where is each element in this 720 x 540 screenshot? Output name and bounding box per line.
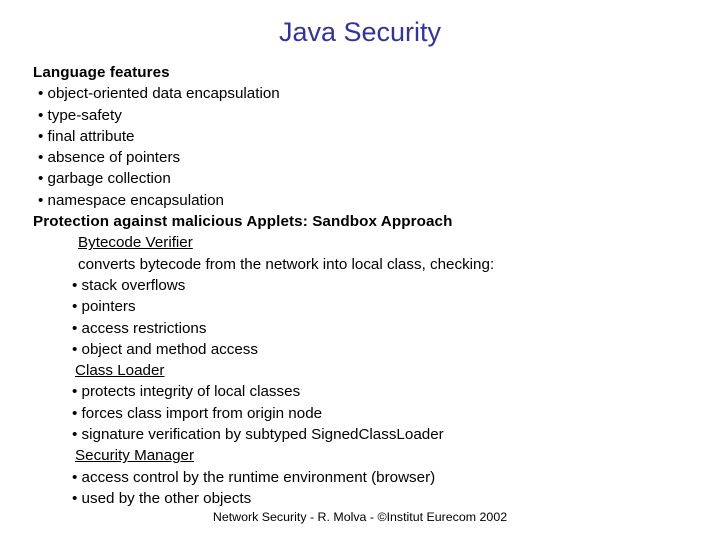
- body-text: converts bytecode from the network into …: [78, 255, 495, 273]
- bullet-item: • forces class import from origin node: [72, 404, 323, 422]
- subsection-heading-label: Security Manager: [75, 447, 195, 465]
- slide-canvas: Java Security Language features • object-…: [0, 0, 720, 540]
- bullet-item: • absence of pointers: [38, 149, 181, 167]
- bullet-item: • object and method access: [72, 340, 258, 358]
- bullet-item: • used by the other objects: [72, 489, 252, 507]
- bullet-item: • namespace encapsulation: [38, 191, 225, 209]
- slide-footer: Network Security - R. Molva - ©Institut …: [212, 510, 508, 524]
- bullet-item: • signature verification by subtyped Sig…: [72, 426, 444, 444]
- slide-body: Language features • object-oriented data …: [33, 62, 693, 509]
- section-heading: Language features: [33, 64, 170, 81]
- subsection-heading: Security Manager: [33, 445, 693, 466]
- subsection-heading: Bytecode Verifier: [33, 232, 693, 253]
- bullet-item: • stack overflows: [72, 276, 186, 294]
- bullet-item: • pointers: [72, 298, 136, 316]
- bullet-item: • garbage collection: [38, 170, 171, 188]
- bullet-item: • protects integrity of local classes: [72, 383, 301, 401]
- section-heading: Protection against malicious Applets: Sa…: [33, 213, 453, 231]
- bullet-item: • access control by the runtime environm…: [72, 468, 436, 486]
- subsection-heading-label: Class Loader: [75, 362, 165, 380]
- bullet-item: • access restrictions: [72, 319, 207, 337]
- page-title: Java Security: [278, 17, 442, 47]
- subsection-heading-label: Bytecode Verifier: [78, 234, 193, 252]
- bullet-item: • type-safety: [38, 106, 122, 124]
- bullet-item: • final attribute: [38, 127, 135, 145]
- subsection-heading: Class Loader: [33, 360, 693, 381]
- bullet-item: • object-oriented data encapsulation: [38, 85, 280, 103]
